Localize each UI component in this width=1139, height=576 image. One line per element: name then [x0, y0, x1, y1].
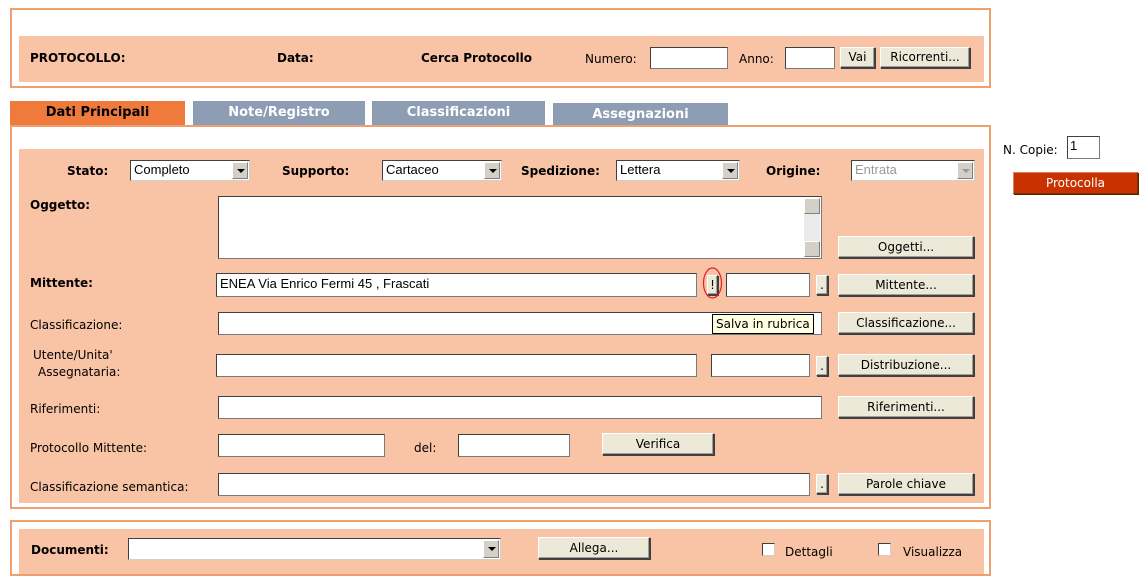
- dettagli-label: Dettagli: [785, 545, 833, 559]
- anno-input[interactable]: [785, 47, 835, 69]
- spedizione-label: Spedizione:: [521, 164, 600, 178]
- stato-select[interactable]: Completo: [130, 160, 250, 181]
- chevron-down-icon[interactable]: [484, 162, 500, 179]
- visualizza-checkbox[interactable]: [878, 543, 891, 556]
- copie-input[interactable]: 1: [1067, 136, 1100, 159]
- chevron-down-icon[interactable]: [483, 540, 499, 558]
- del-label: del:: [414, 441, 437, 455]
- stato-value: Completo: [134, 162, 190, 177]
- documenti-label: Documenti:: [31, 543, 109, 557]
- data-label: Data:: [277, 51, 314, 65]
- oggetto-label: Oggetto:: [30, 198, 91, 212]
- utente-dot-button[interactable]: .: [816, 356, 828, 376]
- utente-label-line2: Assegnataria:: [38, 365, 121, 379]
- spedizione-select[interactable]: Lettera: [616, 160, 740, 181]
- protocolla-button[interactable]: Protocolla: [1013, 172, 1138, 194]
- supporto-select[interactable]: Cartaceo: [382, 160, 502, 181]
- protocollo-label: PROTOCOLLO:: [30, 51, 126, 65]
- tab-classificazioni[interactable]: Classificazioni: [372, 101, 545, 125]
- riferimenti-button[interactable]: Riferimenti...: [838, 396, 974, 418]
- supporto-value: Cartaceo: [386, 162, 439, 177]
- utente-code-input[interactable]: [711, 354, 810, 377]
- utente-label-line1: Utente/Unita': [33, 348, 113, 362]
- documenti-select[interactable]: [128, 538, 501, 560]
- dettagli-checkbox[interactable]: [762, 543, 775, 556]
- origine-select: Entrata: [851, 160, 975, 181]
- stato-label: Stato:: [67, 164, 109, 178]
- visualizza-label: Visualizza: [903, 545, 963, 559]
- semantica-dot-button[interactable]: .: [816, 474, 828, 494]
- classificazione-button[interactable]: Classificazione...: [838, 312, 974, 334]
- oggetti-button[interactable]: Oggetti...: [838, 236, 974, 258]
- riferimenti-input[interactable]: [218, 396, 822, 419]
- origine-value: Entrata: [855, 162, 897, 177]
- protocollo-mittente-input[interactable]: [218, 434, 385, 457]
- tab-dati-principali[interactable]: Dati Principali: [10, 101, 185, 125]
- scroll-up-icon[interactable]: [804, 198, 820, 214]
- mittente-button[interactable]: Mittente...: [838, 274, 974, 296]
- del-date-input[interactable]: [458, 434, 570, 457]
- parole-chiave-button[interactable]: Parole chiave: [838, 473, 974, 495]
- allega-button[interactable]: Allega...: [538, 537, 650, 559]
- oggetto-textarea[interactable]: [218, 196, 822, 259]
- numero-label: Numero:: [585, 52, 637, 66]
- distribuzione-button[interactable]: Distribuzione...: [838, 354, 974, 376]
- vai-button[interactable]: Vai: [840, 47, 875, 68]
- scroll-down-icon[interactable]: [804, 241, 820, 257]
- tab-assegnazioni[interactable]: Assegnazioni: [553, 103, 728, 127]
- protocollo-mittente-label: Protocollo Mittente:: [30, 441, 148, 455]
- supporto-label: Supporto:: [282, 164, 350, 178]
- origine-label: Origine:: [766, 164, 821, 178]
- cerca-protocollo-label: Cerca Protocollo: [421, 51, 533, 65]
- mittente-label: Mittente:: [30, 276, 93, 290]
- numero-input[interactable]: [650, 47, 728, 69]
- chevron-down-icon[interactable]: [722, 162, 738, 179]
- verifica-button[interactable]: Verifica: [602, 433, 714, 455]
- utente-input[interactable]: [216, 354, 697, 377]
- mittente-dot-button[interactable]: .: [816, 275, 828, 295]
- classificazione-semantica-label: Classificazione semantica:: [30, 480, 189, 494]
- riferimenti-label: Riferimenti:: [30, 402, 101, 416]
- salva-rubrica-tooltip: Salva in rubrica: [712, 314, 814, 334]
- tab-note-registro[interactable]: Note/Registro: [193, 101, 365, 125]
- anno-label: Anno:: [739, 52, 774, 66]
- chevron-down-icon: [957, 162, 973, 179]
- spedizione-value: Lettera: [620, 162, 661, 177]
- chevron-down-icon[interactable]: [232, 162, 248, 179]
- mittente-code-input[interactable]: [726, 273, 810, 297]
- oggetto-scrollbar[interactable]: [804, 198, 820, 257]
- mittente-input[interactable]: ENEA Via Enrico Fermi 45 , Frascati: [216, 273, 697, 297]
- classificazione-label: Classificazione:: [30, 318, 123, 332]
- copie-label: N. Copie:: [1003, 143, 1058, 157]
- ricorrenti-button[interactable]: Ricorrenti...: [880, 47, 970, 68]
- highlight-ellipse: [702, 267, 723, 299]
- classificazione-semantica-input[interactable]: [218, 473, 810, 496]
